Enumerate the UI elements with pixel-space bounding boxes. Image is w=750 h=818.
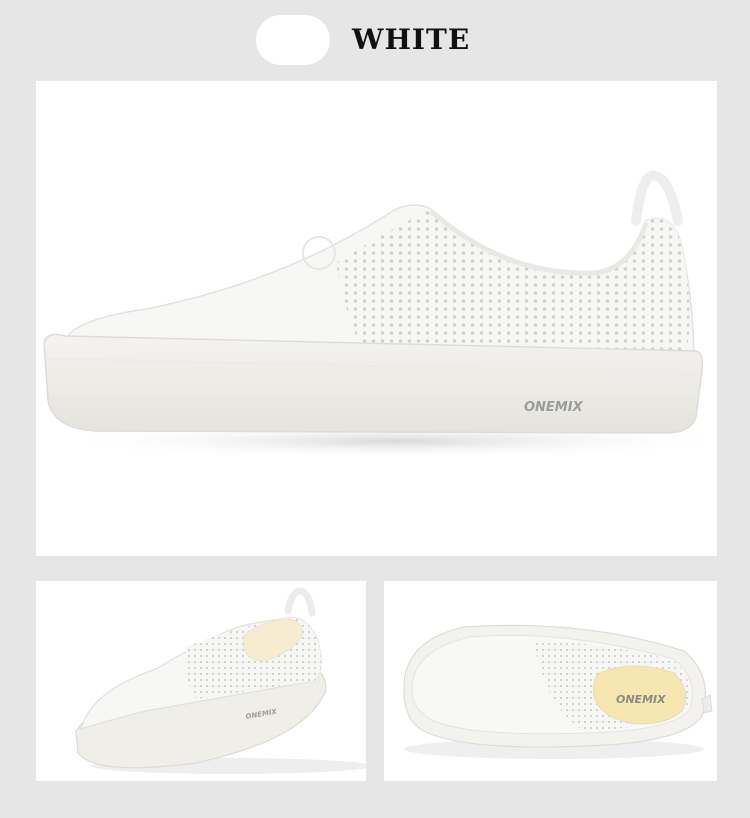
insole-logo-text: ONEMIX bbox=[616, 693, 666, 706]
color-label: WHITE bbox=[352, 23, 471, 56]
shoe-angle-illustration: ONEMIX bbox=[75, 587, 366, 774]
shoe-top-view: ONEMIX bbox=[384, 581, 717, 781]
shoe-side-illustration: ONEMIX bbox=[43, 170, 717, 459]
shoe-three-quarter-view: ONEMIX bbox=[36, 581, 366, 781]
color-swatch-white[interactable] bbox=[256, 15, 330, 65]
shoe-side-view-large: ONEMIX bbox=[36, 81, 717, 556]
shoe-top-illustration: ONEMIX bbox=[403, 624, 713, 759]
sole-logo-text: ONEMIX bbox=[524, 400, 584, 415]
